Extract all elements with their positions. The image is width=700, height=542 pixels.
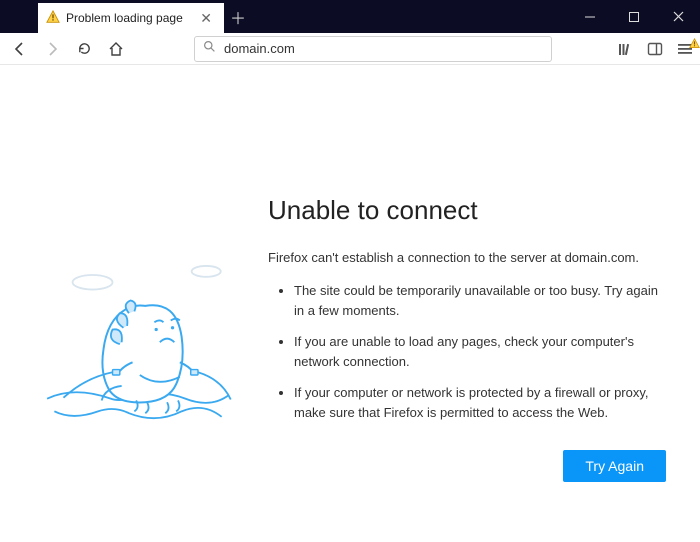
list-item: If you are unable to load any pages, che…	[294, 332, 666, 371]
new-tab-button[interactable]: ＋	[224, 3, 252, 31]
window-controls	[568, 0, 700, 33]
warning-icon	[689, 36, 700, 54]
tab-title: Problem loading page	[66, 11, 183, 25]
library-button[interactable]	[616, 40, 634, 58]
tab-strip: Problem loading page ✕ ＋	[0, 0, 700, 33]
url-bar[interactable]	[194, 36, 552, 62]
tab-close-button[interactable]: ✕	[196, 10, 216, 27]
try-again-row: Try Again	[268, 450, 666, 482]
list-item: The site could be temporarily unavailabl…	[294, 281, 666, 320]
forward-button[interactable]	[38, 35, 66, 63]
try-again-button[interactable]: Try Again	[563, 450, 666, 482]
error-suggestions: The site could be temporarily unavailabl…	[268, 281, 666, 422]
active-tab[interactable]: Problem loading page ✕	[38, 3, 224, 33]
error-text-column: Unable to connect Firefox can't establis…	[268, 195, 666, 542]
search-icon	[203, 40, 216, 58]
maximize-button[interactable]	[612, 0, 656, 33]
reload-button[interactable]	[70, 35, 98, 63]
app-menu-button[interactable]	[676, 40, 694, 58]
list-item: If your computer or network is protected…	[294, 383, 666, 422]
error-heading: Unable to connect	[268, 195, 666, 226]
url-input[interactable]	[224, 41, 543, 56]
tab-strip-spacer	[0, 0, 38, 33]
warning-icon	[46, 10, 60, 27]
error-illustration	[28, 195, 248, 542]
nav-toolbar	[0, 33, 700, 65]
error-page: Unable to connect Firefox can't establis…	[0, 65, 700, 542]
error-subhead: Firefox can't establish a connection to …	[268, 250, 666, 265]
sidebar-button[interactable]	[646, 40, 664, 58]
back-button[interactable]	[6, 35, 34, 63]
home-button[interactable]	[102, 35, 130, 63]
minimize-button[interactable]	[568, 0, 612, 33]
close-window-button[interactable]	[656, 0, 700, 33]
toolbar-right	[616, 40, 694, 58]
